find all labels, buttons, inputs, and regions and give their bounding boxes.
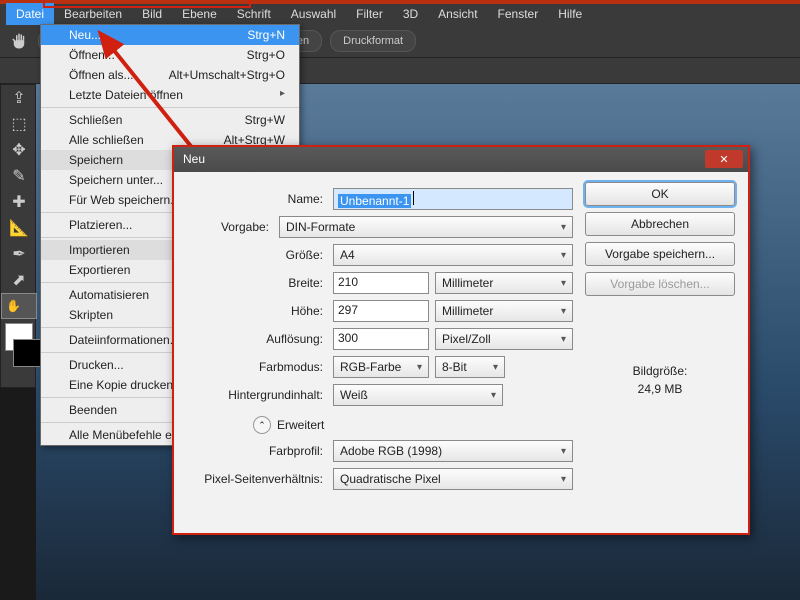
delete-preset-button[interactable]: Vorgabe löschen... bbox=[585, 272, 735, 296]
tool-button[interactable]: ⬚ bbox=[1, 111, 37, 137]
ok-button[interactable]: OK bbox=[585, 182, 735, 206]
menu-fenster[interactable]: Fenster bbox=[488, 3, 549, 25]
name-label: Name: bbox=[187, 192, 327, 206]
menu-ansicht[interactable]: Ansicht bbox=[428, 3, 487, 25]
par-select[interactable]: Quadratische Pixel bbox=[333, 468, 573, 490]
menu-datei[interactable]: Datei bbox=[6, 3, 54, 25]
tool-button[interactable]: ✎ bbox=[1, 163, 37, 189]
menu-filter[interactable]: Filter bbox=[346, 3, 393, 25]
dialog-title: Neu bbox=[183, 152, 205, 166]
menu-bearbeiten[interactable]: Bearbeiten bbox=[54, 3, 132, 25]
tool-button[interactable]: ⬈ bbox=[1, 267, 37, 293]
width-input[interactable]: 210 bbox=[333, 272, 429, 294]
size-label: Größe: bbox=[187, 248, 327, 262]
menu-item[interactable]: Neu...Strg+N bbox=[41, 25, 299, 45]
height-unit-select[interactable]: Millimeter bbox=[435, 300, 573, 322]
preset-select[interactable]: DIN-Formate bbox=[279, 216, 573, 238]
menu-hilfe[interactable]: Hilfe bbox=[548, 3, 592, 25]
height-label: Höhe: bbox=[187, 304, 327, 318]
menu-bild[interactable]: Bild bbox=[132, 3, 172, 25]
tool-button[interactable]: ✥ bbox=[1, 137, 37, 163]
tool-button[interactable]: ⇪ bbox=[1, 85, 37, 111]
option-pill[interactable]: Druckformat bbox=[330, 30, 416, 52]
tool-button[interactable]: ✒ bbox=[1, 241, 37, 267]
menu-3d[interactable]: 3D bbox=[393, 3, 428, 25]
colormode-select[interactable]: RGB-Farbe bbox=[333, 356, 429, 378]
profile-label: Farbprofil: bbox=[187, 444, 327, 458]
bgcontent-label: Hintergrundinhalt: bbox=[187, 388, 327, 402]
menu-item[interactable]: Öffnen...Strg+O bbox=[41, 45, 299, 65]
dialog-titlebar[interactable]: Neu ✕ bbox=[173, 146, 749, 172]
menu-ebene[interactable]: Ebene bbox=[172, 3, 227, 25]
size-select[interactable]: A4 bbox=[333, 244, 573, 266]
background-swatch[interactable] bbox=[13, 339, 41, 367]
bgcontent-select[interactable]: Weiß bbox=[333, 384, 503, 406]
par-label: Pixel-Seitenverhältnis: bbox=[187, 472, 327, 486]
resolution-label: Auflösung: bbox=[187, 332, 327, 346]
colormode-label: Farbmodus: bbox=[187, 360, 327, 374]
advanced-toggle[interactable]: ⌃ bbox=[253, 416, 271, 434]
menu-schrift[interactable]: Schrift bbox=[227, 3, 281, 25]
profile-select[interactable]: Adobe RGB (1998) bbox=[333, 440, 573, 462]
tool-button[interactable]: ✚ bbox=[1, 189, 37, 215]
imagesize-value: 24,9 MB bbox=[585, 380, 735, 398]
resolution-input[interactable]: 300 bbox=[333, 328, 429, 350]
preset-label: Vorgabe: bbox=[187, 220, 273, 234]
save-preset-button[interactable]: Vorgabe speichern... bbox=[585, 242, 735, 266]
menu-item[interactable]: Öffnen als...Alt+Umschalt+Strg+O bbox=[41, 65, 299, 85]
width-unit-select[interactable]: Millimeter bbox=[435, 272, 573, 294]
toolbox: ⇪ ⬚ ✥ ✎ ✚ 📐 ✒ ⬈ ✋ bbox=[0, 84, 36, 388]
hand-tool[interactable]: ✋ bbox=[1, 293, 37, 319]
close-button[interactable]: ✕ bbox=[705, 150, 743, 168]
imagesize-label: Bildgröße: bbox=[585, 362, 735, 380]
menu-item[interactable]: Letzte Dateien öffnen bbox=[41, 85, 299, 105]
width-label: Breite: bbox=[187, 276, 327, 290]
menubar: Datei Bearbeiten Bild Ebene Schrift Ausw… bbox=[0, 0, 800, 24]
new-document-dialog: Neu ✕ Name: Unbenannt-1 Vorgabe: DIN-For… bbox=[172, 145, 750, 535]
cancel-button[interactable]: Abbrechen bbox=[585, 212, 735, 236]
advanced-label: Erweitert bbox=[277, 418, 324, 432]
menu-item[interactable]: SchließenStrg+W bbox=[41, 110, 299, 130]
bitdepth-select[interactable]: 8-Bit bbox=[435, 356, 505, 378]
menu-auswahl[interactable]: Auswahl bbox=[281, 3, 346, 25]
name-input[interactable]: Unbenannt-1 bbox=[333, 188, 573, 210]
height-input[interactable]: 297 bbox=[333, 300, 429, 322]
resolution-unit-select[interactable]: Pixel/Zoll bbox=[435, 328, 573, 350]
tool-button[interactable]: 📐 bbox=[1, 215, 37, 241]
hand-tool-icon[interactable] bbox=[8, 30, 30, 52]
